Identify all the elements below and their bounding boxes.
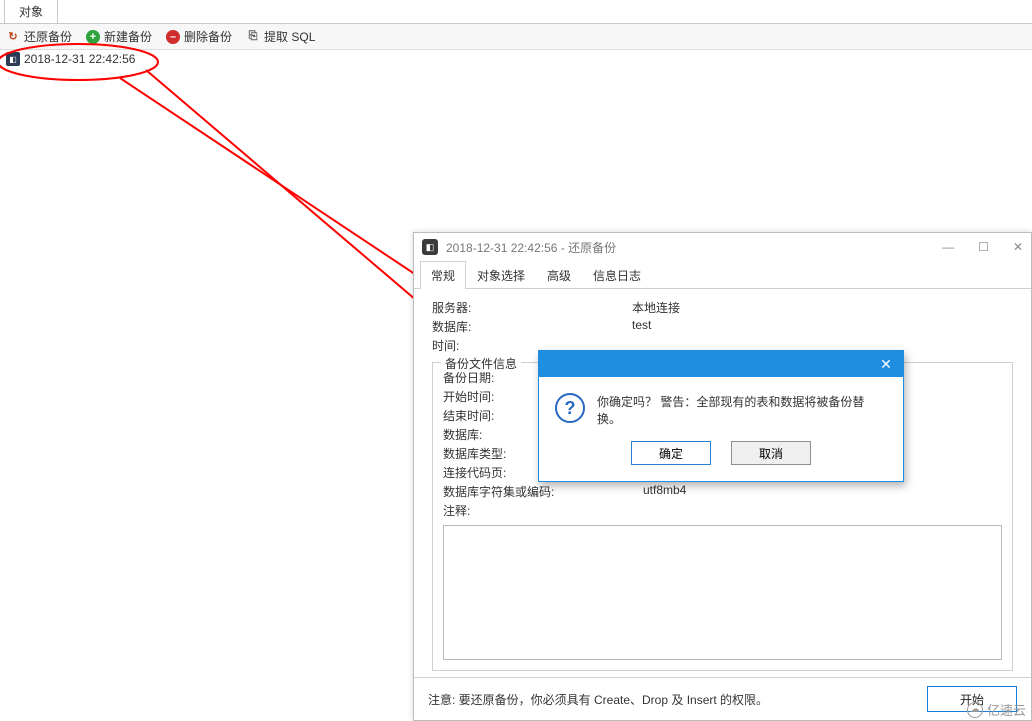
confirm-titlebar[interactable]: ✕ [539, 351, 903, 377]
close-button[interactable]: ✕ [1013, 240, 1023, 254]
cloud-icon: ☁ [967, 702, 983, 718]
fieldset-legend: 备份文件信息 [441, 355, 521, 372]
backup-list-item[interactable]: ◧ 2018-12-31 22:42:56 [0, 50, 1032, 68]
tab-objects-select[interactable]: 对象选择 [466, 261, 536, 289]
window-titlebar[interactable]: ◧ 2018-12-31 22:42:56 - 还原备份 — ☐ ✕ [414, 233, 1031, 261]
confirm-dialog: ✕ ? 你确定吗？ 警告：全部现有的表和数据将被备份替换。 确定 取消 [538, 350, 904, 482]
watermark: ☁ 亿速云 [967, 700, 1026, 719]
database-value: test [632, 318, 651, 335]
server-value: 本地连接 [632, 299, 680, 316]
minimize-button[interactable]: — [942, 240, 954, 254]
charset-value: utf8mb4 [643, 483, 686, 500]
watermark-text: 亿速云 [987, 700, 1026, 719]
tab-advanced[interactable]: 高级 [536, 261, 582, 289]
confirm-message: 你确定吗？ 警告：全部现有的表和数据将被备份替换。 [597, 393, 887, 427]
backup-file-icon: ◧ [6, 52, 20, 66]
dialog-body: 服务器: 本地连接 数据库: test 时间: 备份文件信息 备份日期: 开始时… [414, 289, 1031, 677]
tab-log[interactable]: 信息日志 [582, 261, 652, 289]
dialog-footer: 注意: 要还原备份，你必须具有 Create、Drop 及 Insert 的权限… [414, 677, 1031, 720]
tab-general[interactable]: 常规 [420, 261, 466, 289]
tab-objects[interactable]: 对象 [4, 0, 58, 23]
remark-label: 注释: [443, 502, 643, 519]
window-title: 2018-12-31 22:42:56 - 还原备份 [446, 239, 616, 256]
new-backup-button[interactable]: + 新建备份 [86, 28, 152, 45]
restore-backup-button[interactable]: ↻ 还原备份 [6, 28, 72, 45]
question-icon: ? [555, 393, 585, 423]
new-backup-label: 新建备份 [104, 28, 152, 45]
footer-note: 注意: 要还原备份，你必须具有 Create、Drop 及 Insert 的权限… [428, 691, 768, 708]
extract-icon: ⎘ [246, 30, 260, 44]
database-label: 数据库: [432, 318, 632, 335]
main-tabbar: 对象 [0, 0, 1032, 24]
extract-sql-button[interactable]: ⎘ 提取 SQL [246, 28, 315, 45]
cancel-button[interactable]: 取消 [731, 441, 811, 465]
delete-backup-label: 删除备份 [184, 28, 232, 45]
charset-label: 数据库字符集或编码: [443, 483, 643, 500]
extract-sql-label: 提取 SQL [264, 28, 315, 45]
delete-backup-button[interactable]: – 删除备份 [166, 28, 232, 45]
close-icon[interactable]: ✕ [875, 355, 897, 373]
restore-backup-label: 还原备份 [24, 28, 72, 45]
remark-textarea[interactable] [443, 525, 1002, 660]
backup-timestamp: 2018-12-31 22:42:56 [24, 52, 135, 66]
toolbar: ↻ 还原备份 + 新建备份 – 删除备份 ⎘ 提取 SQL [0, 24, 1032, 50]
app-icon: ◧ [422, 239, 438, 255]
maximize-button[interactable]: ☐ [978, 240, 989, 254]
plus-icon: + [86, 30, 100, 44]
server-label: 服务器: [432, 299, 632, 316]
restore-icon: ↻ [6, 30, 20, 44]
minus-icon: – [166, 30, 180, 44]
ok-button[interactable]: 确定 [631, 441, 711, 465]
dialog-tabs: 常规 对象选择 高级 信息日志 [414, 261, 1031, 289]
